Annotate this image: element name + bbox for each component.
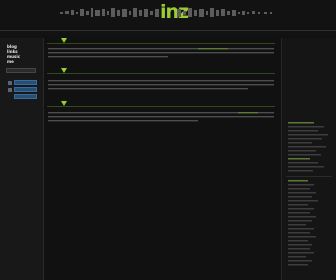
post-header (47, 38, 275, 44)
triangle-icon (61, 68, 67, 73)
sidebar-badge-button[interactable] (14, 94, 37, 99)
post-body (48, 112, 274, 122)
sidebar-badge-button[interactable] (14, 87, 37, 92)
site-header: inz (0, 0, 336, 36)
sidebar-badge-button[interactable] (14, 80, 37, 85)
header-rule (0, 30, 336, 31)
left-sidebar: blog links music me (0, 38, 44, 280)
post-header (47, 68, 275, 74)
post-body (48, 80, 274, 90)
header-decoration-left (60, 8, 159, 17)
triangle-icon (61, 101, 67, 106)
post-header (47, 101, 275, 107)
archive-list (286, 122, 332, 266)
header-decoration-right (177, 8, 272, 17)
badge-icon (8, 81, 12, 85)
post-body (48, 48, 274, 58)
search-input[interactable] (6, 68, 36, 73)
sidebar-item-me[interactable]: me (7, 59, 14, 64)
triangle-icon (61, 38, 67, 43)
right-sidebar (281, 38, 336, 280)
badge-icon (8, 88, 12, 92)
main-content (44, 38, 280, 280)
